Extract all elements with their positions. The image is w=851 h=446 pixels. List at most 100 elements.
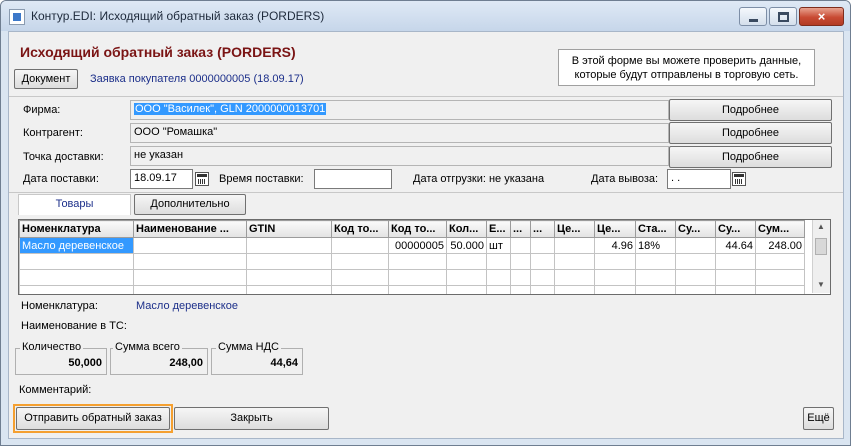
table-cell[interactable] <box>635 253 676 270</box>
table-cell[interactable] <box>331 253 389 270</box>
table-cell[interactable] <box>510 285 531 294</box>
empty-row[interactable] <box>19 253 805 270</box>
table-cell[interactable]: 00000005 <box>388 237 447 254</box>
table-cell[interactable] <box>510 237 531 254</box>
table-cell[interactable]: Масло деревенское <box>19 237 134 254</box>
table-cell[interactable] <box>530 253 555 270</box>
column-header[interactable]: GTIN <box>246 220 332 238</box>
delivery-time-input[interactable] <box>314 169 392 189</box>
table-cell[interactable] <box>675 253 716 270</box>
table-cell[interactable] <box>530 269 555 286</box>
calendar-icon[interactable] <box>195 172 209 186</box>
table-cell[interactable] <box>331 237 389 254</box>
table-cell[interactable]: 50.000 <box>446 237 487 254</box>
calendar-icon[interactable] <box>732 172 746 186</box>
column-header[interactable]: Код то... <box>331 220 389 238</box>
column-header[interactable]: Кол... <box>446 220 487 238</box>
table-cell[interactable] <box>246 253 332 270</box>
table-cell[interactable] <box>331 269 389 286</box>
delivery-date-input[interactable]: 18.09.17 <box>130 169 193 189</box>
scroll-down-icon[interactable]: ▼ <box>817 280 825 289</box>
table-cell[interactable] <box>388 253 447 270</box>
minimize-button[interactable] <box>739 7 767 26</box>
table-cell[interactable]: 18% <box>635 237 676 254</box>
request-link[interactable]: Заявка покупателя 0000000005 (18.09.17) <box>90 73 304 85</box>
tab-additional[interactable]: Дополнительно <box>134 194 246 215</box>
table-cell[interactable] <box>331 285 389 294</box>
table-cell[interactable] <box>388 285 447 294</box>
table-row[interactable]: Масло деревенское 00000005 50.000 шт 4.96 18%… <box>19 237 805 254</box>
table-cell[interactable] <box>755 285 805 294</box>
table-cell[interactable] <box>388 269 447 286</box>
table-cell[interactable] <box>510 253 531 270</box>
table-cell[interactable]: шт <box>486 237 511 254</box>
goods-table[interactable]: Номенклатура Наименование ... GTIN Код то..… <box>18 219 831 295</box>
table-cell[interactable] <box>594 285 636 294</box>
scroll-up-icon[interactable]: ▲ <box>817 222 825 231</box>
table-scrollbar[interactable]: ▲ ▼ <box>812 220 830 293</box>
table-cell[interactable] <box>510 269 531 286</box>
column-header[interactable]: Наименование ... <box>133 220 247 238</box>
table-cell[interactable] <box>675 269 716 286</box>
table-cell[interactable] <box>675 285 716 294</box>
table-cell[interactable] <box>635 269 676 286</box>
close-button[interactable]: Закрыть <box>174 407 329 430</box>
table-cell[interactable] <box>133 285 247 294</box>
column-header[interactable]: Це... <box>554 220 595 238</box>
title-bar[interactable]: Контур.EDI: Исходящий обратный заказ (PO… <box>1 1 850 31</box>
table-cell[interactable] <box>554 253 595 270</box>
more-button[interactable]: Ещё <box>803 407 834 430</box>
table-cell[interactable] <box>715 269 756 286</box>
close-window-button[interactable]: × <box>799 7 844 26</box>
table-cell[interactable] <box>133 269 247 286</box>
pickup-date-input[interactable]: . . <box>667 169 731 189</box>
table-cell[interactable] <box>530 237 555 254</box>
contractor-field[interactable]: ООО "Ромашка" <box>130 123 669 143</box>
table-cell[interactable] <box>19 253 134 270</box>
firm-details-button[interactable]: Подробнее <box>669 99 832 121</box>
table-cell[interactable] <box>446 253 487 270</box>
table-cell[interactable] <box>635 285 676 294</box>
table-cell[interactable] <box>486 285 511 294</box>
column-header[interactable]: ... <box>530 220 555 238</box>
column-header[interactable]: Су... <box>715 220 756 238</box>
send-reverse-order-button[interactable]: Отправить обратный заказ <box>16 407 170 430</box>
table-cell[interactable] <box>554 285 595 294</box>
table-cell[interactable] <box>675 237 716 254</box>
table-cell[interactable] <box>715 253 756 270</box>
table-cell[interactable] <box>554 269 595 286</box>
delivery-point-details-button[interactable]: Подробнее <box>669 146 832 168</box>
column-header[interactable]: Су... <box>675 220 716 238</box>
tab-goods[interactable]: Товары <box>18 194 131 215</box>
table-cell[interactable]: 4.96 <box>594 237 636 254</box>
table-cell[interactable] <box>19 269 134 286</box>
table-cell[interactable] <box>715 285 756 294</box>
document-button[interactable]: Документ <box>14 69 78 89</box>
table-cell[interactable] <box>133 237 247 254</box>
column-header[interactable]: Код то... <box>388 220 447 238</box>
delivery-point-field[interactable]: не указан <box>130 146 669 166</box>
column-header[interactable]: ... <box>510 220 531 238</box>
empty-row[interactable] <box>19 269 805 286</box>
scroll-thumb[interactable] <box>815 238 827 255</box>
table-cell[interactable] <box>133 253 247 270</box>
table-cell[interactable] <box>246 269 332 286</box>
table-cell[interactable] <box>246 237 332 254</box>
table-cell[interactable] <box>486 269 511 286</box>
table-cell[interactable] <box>594 269 636 286</box>
column-header[interactable]: Сум... <box>755 220 805 238</box>
table-cell[interactable] <box>246 285 332 294</box>
table-cell[interactable] <box>446 285 487 294</box>
column-header[interactable]: Ста... <box>635 220 676 238</box>
table-cell[interactable] <box>554 237 595 254</box>
column-header[interactable]: Номенклатура <box>19 220 134 238</box>
maximize-button[interactable] <box>769 7 797 26</box>
table-cell[interactable] <box>486 253 511 270</box>
column-header[interactable]: Е... <box>486 220 511 238</box>
empty-row[interactable] <box>19 285 805 294</box>
table-cell[interactable] <box>446 269 487 286</box>
table-cell[interactable] <box>19 285 134 294</box>
table-cell[interactable]: 44.64 <box>715 237 756 254</box>
table-cell[interactable] <box>530 285 555 294</box>
table-cell[interactable]: 248.00 <box>755 237 805 254</box>
